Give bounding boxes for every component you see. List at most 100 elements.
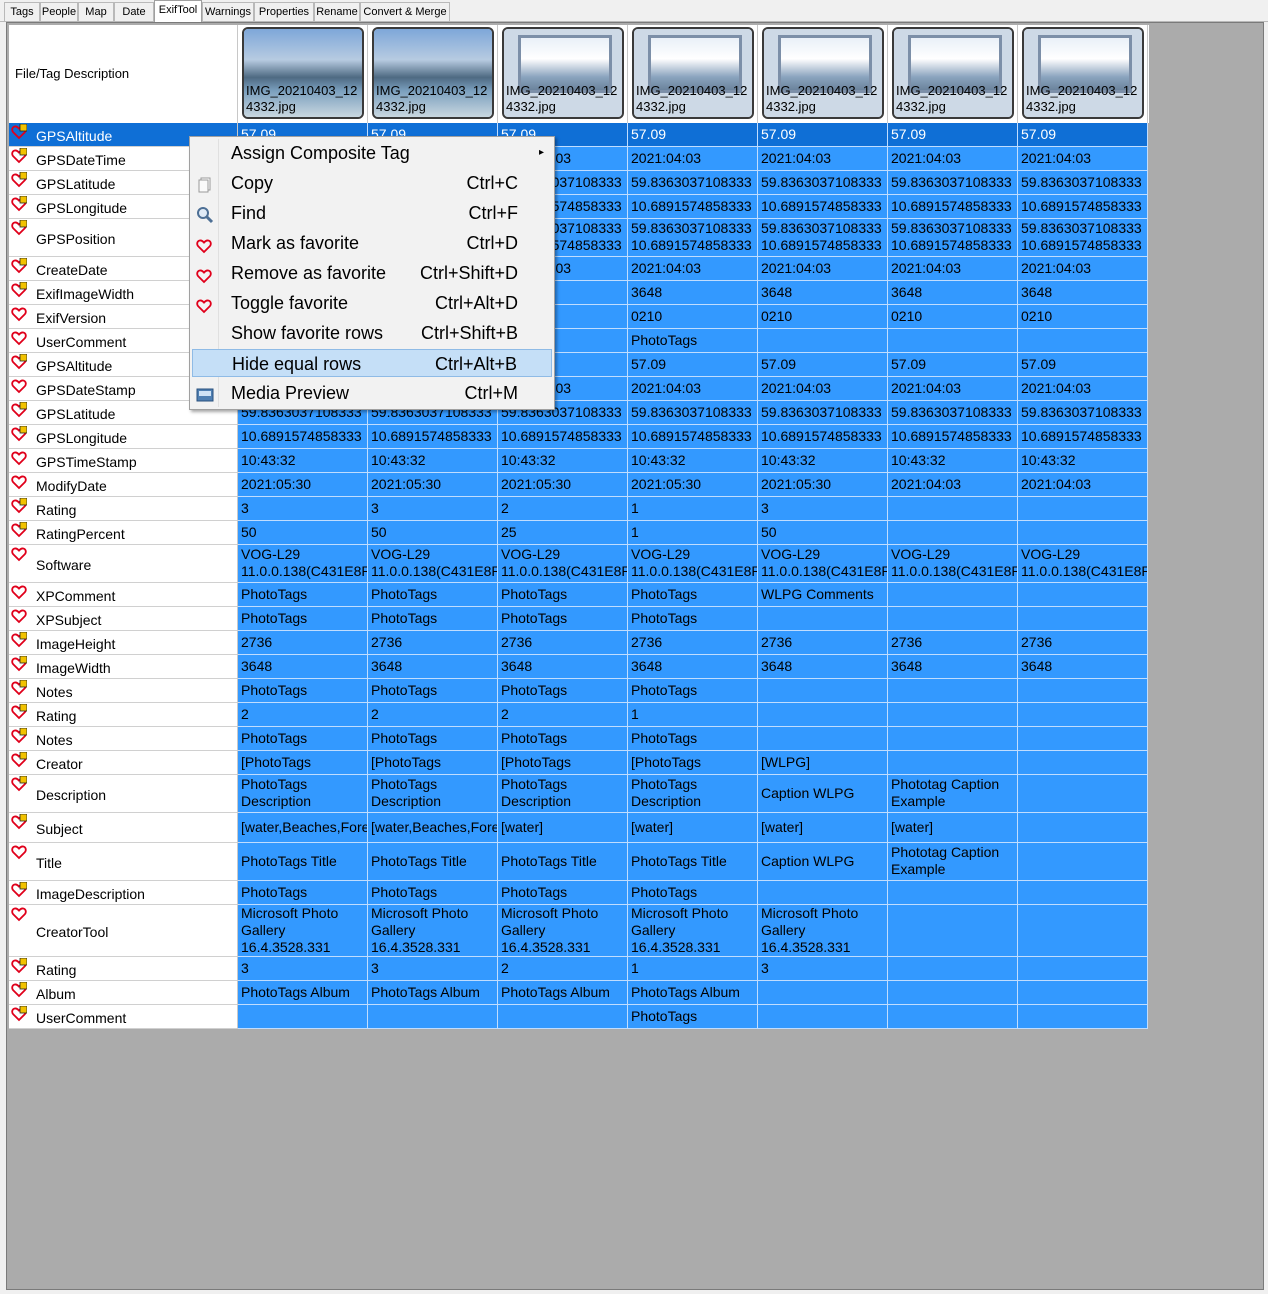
tag-value-cell[interactable]: 2021:04:03 xyxy=(628,377,758,401)
tag-value-cell[interactable]: 57.09 xyxy=(758,353,888,377)
tag-value-cell[interactable]: 2 xyxy=(498,703,628,727)
tag-value-cell[interactable] xyxy=(888,957,1018,981)
tag-value-cell[interactable]: PhotoTags xyxy=(628,727,758,751)
table-row[interactable]: Creator [PhotoTags [PhotoTags [PhotoTags [Ph… xyxy=(9,751,1149,775)
tag-value-cell[interactable]: 57.09 xyxy=(628,353,758,377)
tag-value-cell[interactable]: [water] xyxy=(498,813,628,843)
tag-value-cell[interactable]: 10.6891574858333 xyxy=(888,195,1018,219)
tag-value-cell[interactable]: 2736 xyxy=(368,631,498,655)
tag-value-cell[interactable] xyxy=(1018,981,1148,1005)
tag-value-cell[interactable]: 59.8363037108333 10.6891574858333 xyxy=(628,219,758,257)
tag-value-cell[interactable]: 50 xyxy=(368,521,498,545)
table-row[interactable]: ImageHeight 2736 2736 2736 2736 2736 2736 2736 xyxy=(9,631,1149,655)
tag-value-cell[interactable]: 0210 xyxy=(1018,305,1148,329)
tag-name-cell[interactable]: Description xyxy=(9,775,238,813)
menu-item-media-preview[interactable]: Media Preview Ctrl+M xyxy=(192,379,552,407)
tag-value-cell[interactable]: 59.8363037108333 10.6891574858333 xyxy=(1018,219,1148,257)
tag-value-cell[interactable]: 10.6891574858333 xyxy=(238,425,368,449)
tag-value-cell[interactable]: Microsoft Photo Gallery 16.4.3528.331 xyxy=(758,905,888,957)
tag-value-cell[interactable]: PhotoTags Description xyxy=(498,775,628,813)
tag-name-cell[interactable]: Album xyxy=(9,981,238,1005)
tag-value-cell[interactable]: 3648 xyxy=(758,281,888,305)
tag-value-cell[interactable] xyxy=(1018,751,1148,775)
tag-value-cell[interactable]: 10.6891574858333 xyxy=(888,425,1018,449)
tag-value-cell[interactable]: 57.09 xyxy=(888,353,1018,377)
tag-name-cell[interactable]: Rating xyxy=(9,703,238,727)
tag-value-cell[interactable] xyxy=(888,497,1018,521)
tab-convert-merge[interactable]: Convert & Merge xyxy=(360,2,450,21)
tab-people[interactable]: People xyxy=(40,2,78,21)
tag-value-cell[interactable]: 2021:05:30 xyxy=(758,473,888,497)
table-row[interactable]: GPSAltitude57.0957.0957.0957.0957.0957.0… xyxy=(9,123,1149,147)
table-row[interactable]: UserComment PhotoTags xyxy=(9,329,1149,353)
tag-value-cell[interactable]: 59.8363037108333 xyxy=(628,401,758,425)
table-row[interactable]: XPComment PhotoTags PhotoTags PhotoTags Phot… xyxy=(9,583,1149,607)
tag-value-cell[interactable]: 10.6891574858333 xyxy=(368,425,498,449)
tag-value-cell[interactable] xyxy=(758,981,888,1005)
tag-value-cell[interactable]: 10:43:32 xyxy=(1018,449,1148,473)
tag-value-cell[interactable]: 1 xyxy=(628,703,758,727)
tag-value-cell[interactable]: 3648 xyxy=(888,281,1018,305)
tag-value-cell[interactable] xyxy=(758,679,888,703)
tag-value-cell[interactable]: 2021:04:03 xyxy=(628,147,758,171)
table-row[interactable]: GPSLongitude 10.6891574858333 10.689157485… xyxy=(9,425,1149,449)
tag-value-cell[interactable]: 10:43:32 xyxy=(498,449,628,473)
tag-value-cell[interactable]: 2021:04:03 xyxy=(1018,377,1148,401)
file-column-header[interactable]: IMG_20210403_12 4332.jpg xyxy=(758,25,888,123)
menu-item-show-favorite-rows[interactable]: Show favorite rows Ctrl+Shift+B xyxy=(192,319,552,347)
tag-value-cell[interactable]: 2021:05:30 xyxy=(628,473,758,497)
tag-value-cell[interactable]: 2 xyxy=(498,957,628,981)
tag-value-cell[interactable] xyxy=(1018,727,1148,751)
tag-value-cell[interactable]: 10:43:32 xyxy=(628,449,758,473)
menu-item-find[interactable]: Find Ctrl+F xyxy=(192,199,552,227)
table-row[interactable]: Rating 2 2 2 1 xyxy=(9,703,1149,727)
tag-value-cell[interactable] xyxy=(758,329,888,353)
table-row[interactable]: Rating 3 3 2 1 3 xyxy=(9,497,1149,521)
tag-name-cell[interactable]: XPSubject xyxy=(9,607,238,631)
tag-value-cell[interactable]: 59.8363037108333 xyxy=(758,171,888,195)
tab-properties[interactable]: Properties xyxy=(254,2,314,21)
tag-value-cell[interactable]: 2021:04:03 xyxy=(888,473,1018,497)
tag-value-cell[interactable]: 3 xyxy=(238,497,368,521)
table-row[interactable]: GPSDateStamp 2021:04:03 2021:04:03 2021:04:… xyxy=(9,377,1149,401)
tag-value-cell[interactable] xyxy=(758,1005,888,1029)
table-row[interactable]: Notes PhotoTags PhotoTags PhotoTags PhotoTag… xyxy=(9,679,1149,703)
tag-value-cell[interactable]: 57.09 xyxy=(628,123,758,147)
tag-name-cell[interactable]: UserComment xyxy=(9,1005,238,1029)
table-row[interactable]: ExifImageWidth36483648364836483648364836… xyxy=(9,281,1149,305)
tag-value-cell[interactable]: 57.09 xyxy=(1018,123,1148,147)
tag-value-cell[interactable]: PhotoTags Title xyxy=(238,843,368,881)
tag-value-cell[interactable]: 10.6891574858333 xyxy=(628,425,758,449)
tag-value-cell[interactable]: 3 xyxy=(238,957,368,981)
tag-value-cell[interactable]: Microsoft Photo Gallery 16.4.3528.331 xyxy=(498,905,628,957)
tag-value-cell[interactable]: 2021:05:30 xyxy=(238,473,368,497)
tag-value-cell[interactable]: VOG-L29 11.0.0.138(C431E8R xyxy=(368,545,498,583)
tag-value-cell[interactable]: 59.8363037108333 xyxy=(888,401,1018,425)
tag-value-cell[interactable]: [water,Beaches,Fores xyxy=(238,813,368,843)
menu-item-hide-equal-rows[interactable]: Hide equal rows Ctrl+Alt+B xyxy=(192,349,552,377)
tag-value-cell[interactable]: PhotoTags xyxy=(368,607,498,631)
tag-value-cell[interactable]: 3 xyxy=(758,497,888,521)
tag-value-cell[interactable]: Microsoft Photo Gallery 16.4.3528.331 xyxy=(238,905,368,957)
tag-value-cell[interactable]: 2736 xyxy=(1018,631,1148,655)
file-column-header[interactable]: IMG_20210403_12 4332.jpg xyxy=(368,25,498,123)
tag-value-cell[interactable] xyxy=(1018,679,1148,703)
table-row[interactable]: GPSTimeStamp 10:43:32 10:43:32 10:43:32 10:4… xyxy=(9,449,1149,473)
tag-value-cell[interactable] xyxy=(888,881,1018,905)
table-row[interactable]: ModifyDate 2021:05:30 2021:05:30 2021:05:30… xyxy=(9,473,1149,497)
tag-value-cell[interactable]: 1 xyxy=(628,497,758,521)
tag-value-cell[interactable]: PhotoTags Description xyxy=(238,775,368,813)
tag-value-cell[interactable]: 59.8363037108333 10.6891574858333 xyxy=(888,219,1018,257)
tag-value-cell[interactable]: 59.8363037108333 10.6891574858333 xyxy=(758,219,888,257)
tag-value-cell[interactable]: 2021:04:03 xyxy=(758,257,888,281)
tag-value-cell[interactable] xyxy=(888,607,1018,631)
tag-value-cell[interactable]: 3 xyxy=(368,957,498,981)
tag-value-cell[interactable] xyxy=(758,881,888,905)
tag-value-cell[interactable]: VOG-L29 11.0.0.138(C431E8R xyxy=(498,545,628,583)
tag-value-cell[interactable]: 59.8363037108333 xyxy=(1018,401,1148,425)
table-row[interactable]: Title PhotoTags Title PhotoTags Title Photo… xyxy=(9,843,1149,881)
tag-value-cell[interactable] xyxy=(1018,957,1148,981)
tag-value-cell[interactable]: Phototag Caption Example xyxy=(888,843,1018,881)
tag-value-cell[interactable]: VOG-L29 11.0.0.138(C431E8R xyxy=(758,545,888,583)
tag-value-cell[interactable] xyxy=(1018,881,1148,905)
